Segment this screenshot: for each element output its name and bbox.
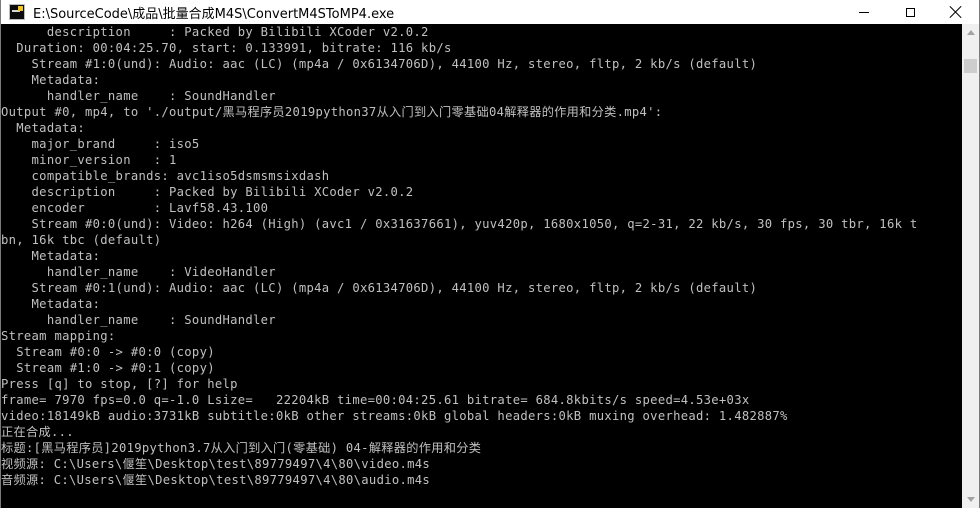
console-line: Output #0, mp4, to './output/黑马程序员2019py… bbox=[1, 105, 663, 119]
console-line: Press [q] to stop, [?] for help bbox=[1, 377, 238, 391]
console-line: compatible_brands: avc1iso5dsmsmsixdash bbox=[1, 169, 330, 183]
console-line: handler_name : SoundHandler bbox=[1, 313, 276, 327]
scroll-down-button[interactable] bbox=[962, 491, 979, 508]
vertical-scrollbar[interactable] bbox=[962, 24, 979, 508]
console-line: frame= 7970 fps=0.0 q=-1.0 Lsize= 22204k… bbox=[1, 393, 750, 407]
console-line: bn, 16k tbc (default) bbox=[1, 233, 162, 247]
console-line: description : Packed by Bilibili XCoder … bbox=[1, 185, 414, 199]
scroll-up-button[interactable] bbox=[962, 24, 979, 41]
console-line: Metadata: bbox=[1, 121, 86, 135]
console-line: 视频源: C:\Users\偃笙\Desktop\test\89779497\4… bbox=[1, 457, 431, 471]
window-title: E:\SourceCode\成品\批量合成M4S\ConvertM4SToMP4… bbox=[33, 6, 395, 22]
console-line: Metadata: bbox=[1, 297, 101, 311]
console-line: description : Packed by Bilibili XCoder … bbox=[1, 25, 429, 39]
console-window: E:\SourceCode\成品\批量合成M4S\ConvertM4SToMP4… bbox=[0, 0, 980, 508]
scroll-down-arrow-icon bbox=[966, 497, 975, 502]
maximize-icon bbox=[905, 7, 915, 17]
console-line: major_brand : iso5 bbox=[1, 137, 200, 151]
console-line: Metadata: bbox=[1, 73, 101, 87]
console-line: Metadata: bbox=[1, 249, 101, 263]
console-line: video:18149kB audio:3731kB subtitle:0kB … bbox=[1, 409, 788, 423]
close-icon bbox=[950, 6, 962, 18]
console-line: handler_name : SoundHandler bbox=[1, 89, 276, 103]
minimize-button[interactable] bbox=[841, 0, 887, 24]
console-line: encoder : Lavf58.43.100 bbox=[1, 201, 269, 215]
console-line: Stream #0:1(und): Audio: aac (LC) (mp4a … bbox=[1, 281, 758, 295]
console-output[interactable]: description : Packed by Bilibili XCoder … bbox=[1, 24, 962, 508]
console-line: 正在合成... bbox=[1, 425, 74, 439]
console-line: Stream #0:0(und): Video: h264 (High) (av… bbox=[1, 217, 918, 231]
window-controls bbox=[841, 0, 979, 24]
maximize-button[interactable] bbox=[887, 0, 933, 24]
title-bar[interactable]: E:\SourceCode\成品\批量合成M4S\ConvertM4SToMP4… bbox=[1, 0, 979, 24]
scroll-up-arrow-icon bbox=[966, 30, 975, 35]
close-button[interactable] bbox=[933, 0, 979, 24]
console-line: handler_name : VideoHandler bbox=[1, 265, 276, 279]
console-line: Stream #0:0 -> #0:0 (copy) bbox=[1, 345, 215, 359]
console-line: minor_version : 1 bbox=[1, 153, 177, 167]
minimize-icon bbox=[859, 11, 869, 13]
scroll-thumb[interactable] bbox=[964, 59, 977, 73]
console-line: 标题:[黑马程序员]2019python3.7从入门到入门(零基础) 04-解释… bbox=[1, 441, 482, 455]
console-line: 音频源: C:\Users\偃笙\Desktop\test\89779497\4… bbox=[1, 473, 431, 487]
console-app-icon[interactable] bbox=[9, 4, 25, 20]
console-line: Stream #1:0(und): Audio: aac (LC) (mp4a … bbox=[1, 57, 758, 71]
console-line: Stream #1:0 -> #0:1 (copy) bbox=[1, 361, 215, 375]
console-line: Duration: 00:04:25.70, start: 0.133991, … bbox=[1, 41, 452, 55]
console-line: Stream mapping: bbox=[1, 329, 116, 343]
